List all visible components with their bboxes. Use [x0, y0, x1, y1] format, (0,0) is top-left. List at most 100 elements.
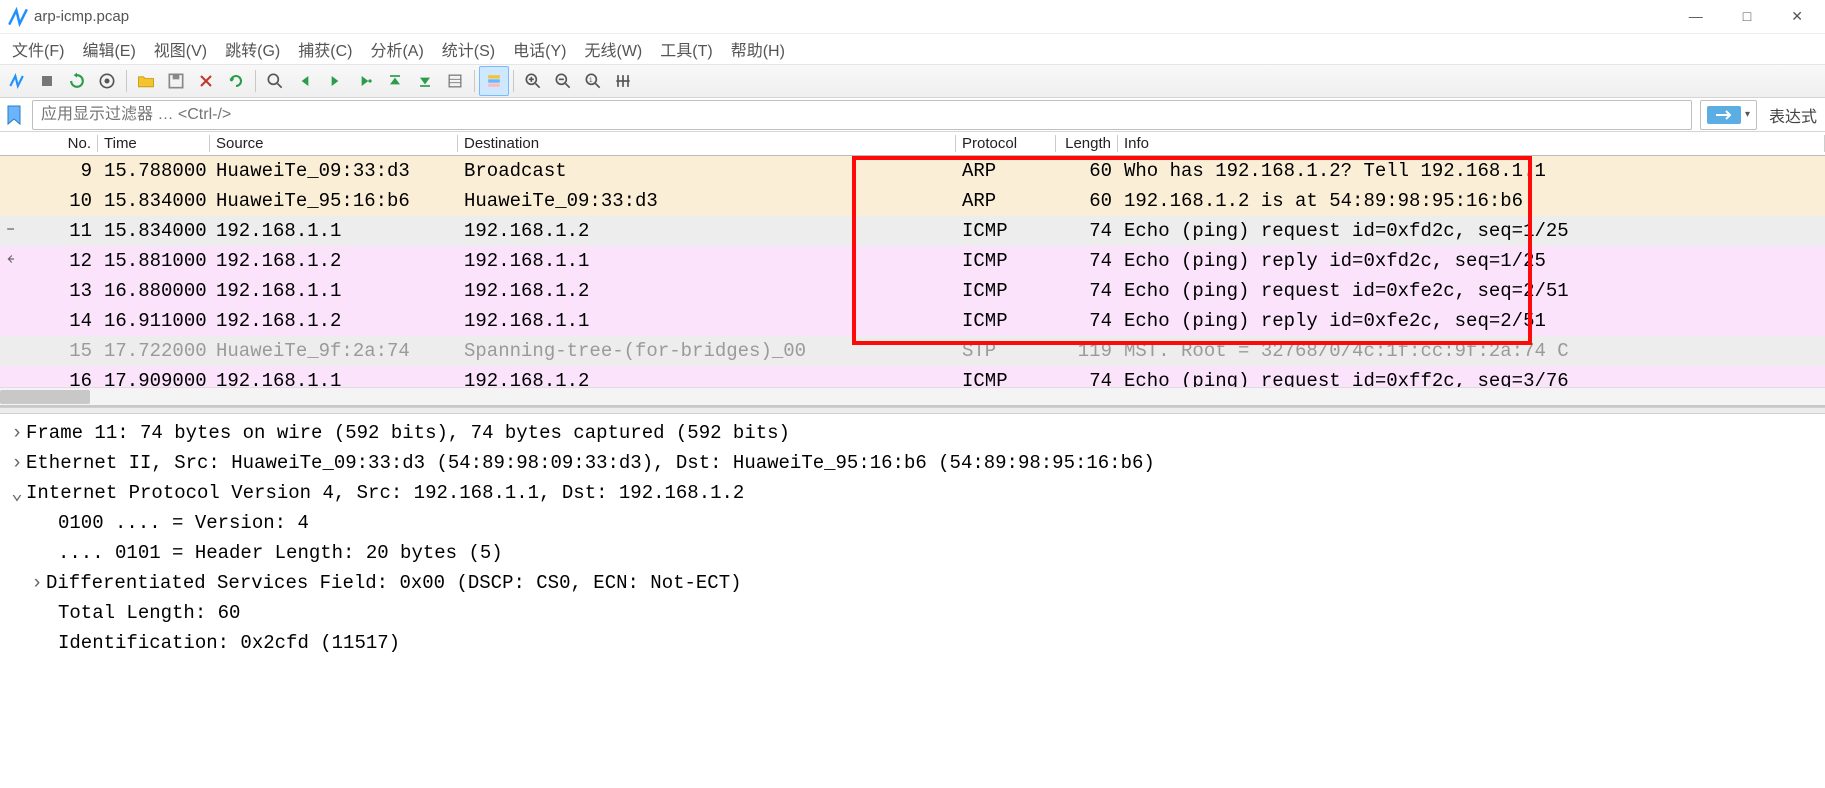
- menu-help[interactable]: 帮助(H): [731, 37, 785, 61]
- title-bar: arp-icmp.pcap — □ ✕: [0, 0, 1825, 34]
- menu-telephony[interactable]: 电话(Y): [513, 37, 566, 61]
- packet-list-body[interactable]: 915.788000HuaweiTe_09:33:d3BroadcastARP6…: [0, 156, 1825, 387]
- flow-arrow-icon: [0, 220, 14, 242]
- go-to-packet-icon[interactable]: [350, 66, 380, 96]
- stop-capture-icon[interactable]: [32, 66, 62, 96]
- cell-source: HuaweiTe_95:16:b6: [210, 190, 458, 212]
- packet-row[interactable]: 1015.834000HuaweiTe_95:16:b6HuaweiTe_09:…: [0, 186, 1825, 216]
- cell-length: 74: [1056, 370, 1118, 388]
- tree-label: Internet Protocol Version 4, Src: 192.16…: [26, 482, 744, 504]
- menu-go[interactable]: 跳转(G): [225, 37, 280, 61]
- window-title: arp-icmp.pcap: [34, 8, 1679, 25]
- packet-row[interactable]: 1215.881000192.168.1.2192.168.1.1ICMP74E…: [0, 246, 1825, 276]
- cell-no: 15: [14, 340, 98, 362]
- horizontal-scrollbar[interactable]: [0, 387, 1825, 405]
- zoom-reset-icon[interactable]: 1: [578, 66, 608, 96]
- menu-wireless[interactable]: 无线(W): [584, 37, 642, 61]
- reload-file-icon[interactable]: [221, 66, 251, 96]
- packet-row[interactable]: 1416.911000192.168.1.2192.168.1.1ICMP74E…: [0, 306, 1825, 336]
- tree-leaf[interactable]: Total Length: 60: [8, 598, 1825, 628]
- expand-icon[interactable]: ›: [8, 422, 26, 444]
- minimize-button[interactable]: —: [1679, 4, 1713, 29]
- tree-label: Identification: 0x2cfd (11517): [58, 632, 400, 654]
- col-source[interactable]: Source: [210, 135, 458, 152]
- save-file-icon[interactable]: [161, 66, 191, 96]
- tree-item[interactable]: ›Frame 11: 74 bytes on wire (592 bits), …: [8, 418, 1825, 448]
- zoom-out-icon[interactable]: [548, 66, 578, 96]
- packet-row[interactable]: 915.788000HuaweiTe_09:33:d3BroadcastARP6…: [0, 156, 1825, 186]
- go-first-icon[interactable]: [380, 66, 410, 96]
- display-filter-input[interactable]: [33, 101, 1691, 129]
- resize-columns-icon[interactable]: [608, 66, 638, 96]
- go-last-icon[interactable]: [410, 66, 440, 96]
- close-file-icon[interactable]: [191, 66, 221, 96]
- capture-options-icon[interactable]: [92, 66, 122, 96]
- bookmark-icon[interactable]: [0, 101, 28, 129]
- collapse-icon[interactable]: ⌄: [8, 482, 26, 505]
- open-file-icon[interactable]: [131, 66, 161, 96]
- col-protocol[interactable]: Protocol: [956, 135, 1056, 152]
- cell-destination: HuaweiTe_09:33:d3: [458, 190, 956, 212]
- menu-edit[interactable]: 编辑(E): [82, 37, 135, 61]
- packet-row[interactable]: 1316.880000192.168.1.1192.168.1.2ICMP74E…: [0, 276, 1825, 306]
- cell-info: MST. Root = 32768/0/4c:1f:cc:9f:2a:74 C: [1118, 340, 1825, 362]
- apply-filter-button[interactable]: ▾: [1700, 100, 1757, 130]
- cell-destination: Spanning-tree-(for-bridges)_00: [458, 340, 956, 362]
- packet-row[interactable]: 1617.909000192.168.1.1192.168.1.2ICMP74E…: [0, 366, 1825, 387]
- menu-analyze[interactable]: 分析(A): [370, 37, 423, 61]
- tree-item[interactable]: ›Ethernet II, Src: HuaweiTe_09:33:d3 (54…: [8, 448, 1825, 478]
- packet-details-pane[interactable]: ›Frame 11: 74 bytes on wire (592 bits), …: [0, 414, 1825, 662]
- go-forward-icon[interactable]: [320, 66, 350, 96]
- cell-length: 74: [1056, 310, 1118, 332]
- cell-info: Echo (ping) reply id=0xfe2c, seq=2/51: [1118, 310, 1825, 332]
- col-length[interactable]: Length: [1056, 135, 1118, 152]
- col-info[interactable]: Info: [1118, 135, 1825, 152]
- packet-list-pane: No. Time Source Destination Protocol Len…: [0, 132, 1825, 407]
- filter-bar: ▾ 表达式: [0, 98, 1825, 132]
- cell-info: 192.168.1.2 is at 54:89:98:95:16:b6: [1118, 190, 1825, 212]
- cell-no: 13: [14, 280, 98, 302]
- packet-row[interactable]: 1115.834000192.168.1.1192.168.1.2ICMP74E…: [0, 216, 1825, 246]
- col-no[interactable]: No.: [14, 135, 98, 152]
- tree-label: Differentiated Services Field: 0x00 (DSC…: [46, 572, 742, 594]
- maximize-button[interactable]: □: [1733, 4, 1761, 29]
- zoom-in-icon[interactable]: [518, 66, 548, 96]
- cell-time: 15.834000: [98, 220, 210, 242]
- cell-no: 10: [14, 190, 98, 212]
- tree-item[interactable]: ›Differentiated Services Field: 0x00 (DS…: [8, 568, 1825, 598]
- menu-file[interactable]: 文件(F): [12, 37, 64, 61]
- tree-leaf[interactable]: .... 0101 = Header Length: 20 bytes (5): [8, 538, 1825, 568]
- col-time[interactable]: Time: [98, 135, 210, 152]
- restart-capture-icon[interactable]: [62, 66, 92, 96]
- cell-length: 74: [1056, 250, 1118, 272]
- cell-protocol: ICMP: [956, 250, 1056, 272]
- cell-info: Echo (ping) reply id=0xfd2c, seq=1/25: [1118, 250, 1825, 272]
- tree-leaf[interactable]: Identification: 0x2cfd (11517): [8, 628, 1825, 658]
- menu-stats[interactable]: 统计(S): [442, 37, 495, 61]
- cell-info: Who has 192.168.1.2? Tell 192.168.1.1: [1118, 160, 1825, 182]
- flow-arrow-icon: [0, 250, 14, 272]
- cell-time: 16.911000: [98, 310, 210, 332]
- cell-destination: Broadcast: [458, 160, 956, 182]
- chevron-down-icon: ▾: [1745, 109, 1750, 120]
- go-back-icon[interactable]: [290, 66, 320, 96]
- cell-protocol: STP: [956, 340, 1056, 362]
- pane-splitter[interactable]: [0, 407, 1825, 414]
- col-destination[interactable]: Destination: [458, 135, 956, 152]
- colorize-icon[interactable]: [479, 66, 509, 96]
- cell-info: Echo (ping) request id=0xff2c, seq=3/76: [1118, 370, 1825, 388]
- cell-no: 16: [14, 370, 98, 388]
- menu-tools[interactable]: 工具(T): [660, 37, 712, 61]
- expression-button[interactable]: 表达式: [1761, 103, 1825, 127]
- start-capture-icon[interactable]: [2, 66, 32, 96]
- expand-icon[interactable]: ›: [8, 452, 26, 474]
- menu-view[interactable]: 视图(V): [154, 37, 207, 61]
- tree-item[interactable]: ⌄Internet Protocol Version 4, Src: 192.1…: [8, 478, 1825, 508]
- auto-scroll-icon[interactable]: [440, 66, 470, 96]
- tree-leaf[interactable]: 0100 .... = Version: 4: [8, 508, 1825, 538]
- menu-capture[interactable]: 捕获(C): [298, 37, 352, 61]
- close-button[interactable]: ✕: [1781, 4, 1813, 29]
- expand-icon[interactable]: ›: [28, 572, 46, 594]
- packet-row[interactable]: 1517.722000HuaweiTe_9f:2a:74Spanning-tre…: [0, 336, 1825, 366]
- find-packet-icon[interactable]: [260, 66, 290, 96]
